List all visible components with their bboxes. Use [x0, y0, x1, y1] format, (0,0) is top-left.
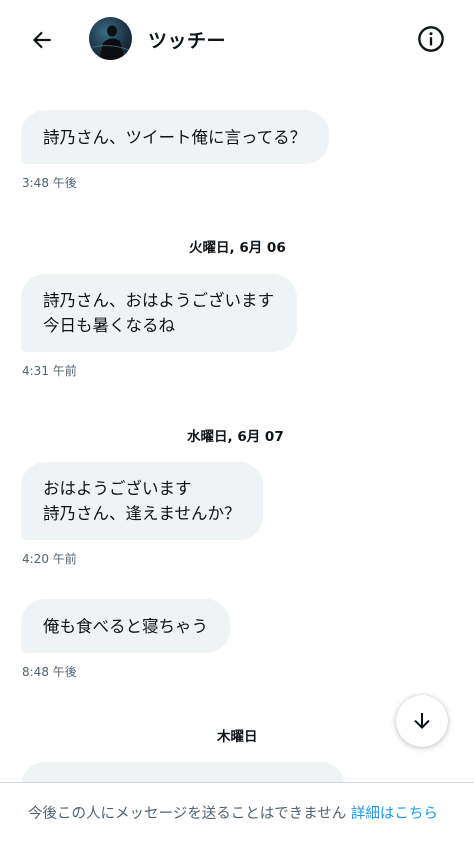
scroll-to-bottom-button[interactable]	[396, 695, 448, 747]
message-bubble[interactable]: 詩乃さん、おはようございます 今日も暑くなるね	[21, 274, 297, 352]
message-text: 詩乃さん、ツイート俺に言ってる？	[43, 127, 307, 147]
back-button[interactable]	[26, 24, 58, 56]
arrow-left-icon	[32, 31, 51, 49]
contact-name[interactable]: ツッチー	[148, 26, 226, 53]
date-separator: 木曜日	[217, 729, 258, 745]
info-button[interactable]	[414, 22, 448, 56]
message-timestamp: 8:48 午後	[22, 665, 77, 679]
message-timestamp: 3:48 午後	[22, 176, 77, 190]
avatar[interactable]	[89, 17, 132, 60]
message-text: 詩乃さん、逢えませんか？	[43, 504, 241, 523]
conversation-header: ツッチー	[0, 0, 474, 80]
message-disabled-notice: 今後この人にメッセージを送ることはできません 詳細はこちら	[0, 782, 474, 857]
date-separator: 火曜日, 6月 06	[189, 240, 286, 256]
message-text: おはようございます	[43, 479, 192, 498]
date-separator: 水曜日, 6月 07	[187, 429, 284, 445]
message-bubble[interactable]: 俺も食べると寝ちゃう	[21, 599, 230, 653]
message-timestamp: 4:31 午前	[22, 364, 77, 378]
notice-text-block: 今後この人にメッセージを送ることはできません 詳細はこちら	[0, 803, 474, 826]
arrow-down-icon	[414, 713, 430, 729]
message-text: 詩乃さん、おはようございます	[43, 291, 274, 310]
notice-text: 今後この人にメッセージを送ることはできません	[28, 806, 347, 822]
message-timestamp: 4:20 午前	[22, 552, 77, 566]
info-circle-icon	[418, 26, 444, 52]
message-bubble[interactable]: おはようございます 詩乃さん、逢えませんか？	[21, 462, 263, 540]
message-text: 今日も暑くなるね	[43, 316, 175, 335]
message-bubble[interactable]: 詩乃さん、ツイート俺に言ってる？	[21, 110, 329, 164]
learn-more-link[interactable]: 詳細はこちら	[351, 806, 438, 822]
message-text: 俺も食べると寝ちゃう	[43, 616, 208, 636]
